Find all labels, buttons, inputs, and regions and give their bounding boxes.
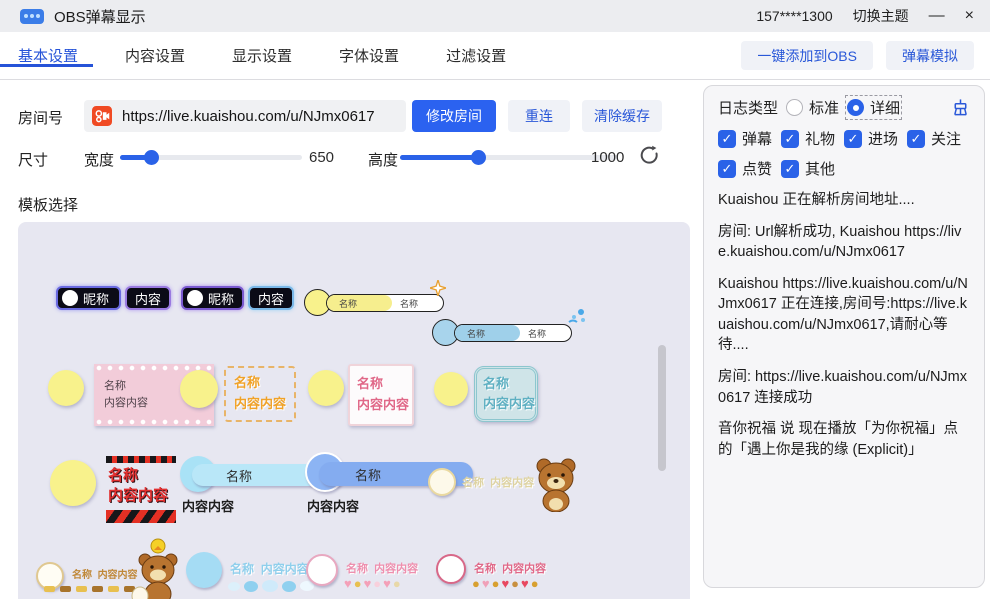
width-label: 宽度 [84, 149, 114, 170]
height-slider[interactable] [400, 141, 618, 173]
template-item-teal-box[interactable]: 名称内容内容 [434, 362, 554, 432]
width-slider-handle[interactable] [144, 150, 159, 165]
filter-like[interactable]: ✓点赞 [718, 158, 781, 179]
room-url-field[interactable] [84, 100, 406, 132]
splash-icon [566, 308, 586, 326]
checkbox-checked: ✓ [781, 130, 799, 148]
hearts-decoration: ♥●♥●♥● [344, 576, 403, 591]
reconnect-button[interactable]: 重连 [508, 100, 570, 132]
log-message: 房间: https://live.kuaishou.com/u/NJmx0617… [718, 367, 970, 408]
template-item-blue-pill[interactable]: 名称名称 [432, 318, 582, 348]
template-item-bear-road[interactable]: 名称 内容内容 [36, 556, 206, 599]
bear-chick-icon [128, 538, 188, 599]
checkbox-checked: ✓ [907, 130, 925, 148]
kuaishou-icon [92, 106, 112, 126]
tab-bar: 基本设置 内容设置 显示设置 字体设置 过滤设置 一键添加到OBS 弹幕模拟 [0, 32, 990, 80]
app-logo-icon [20, 9, 44, 24]
radio-standard[interactable]: 标准 [786, 97, 839, 118]
room-url-input[interactable] [120, 107, 394, 126]
app-title: OBS弹幕显示 [54, 6, 146, 27]
filter-other[interactable]: ✓其他 [781, 158, 844, 179]
template-item-cream-bear[interactable]: 名称 内容内容 [428, 452, 588, 518]
log-messages: Kuaishou 正在解析房间地址.... 房间: Url解析成功, Kuais… [718, 190, 970, 460]
clear-cache-button[interactable]: 清除缓存 [582, 100, 662, 132]
template-panel: 昵称 内容 昵称 内容 名称名称 名称名称 [18, 222, 690, 599]
account-label[interactable]: 157****1300 [756, 8, 832, 24]
radio-detailed[interactable]: 详细 [847, 97, 900, 118]
template-item-dashed-orange[interactable]: 名称内容内容 [180, 362, 310, 432]
checkbox-checked: ✓ [844, 130, 862, 148]
checkbox-checked: ✓ [718, 160, 736, 178]
mixed-decoration: ●♥●♥●♥● [472, 576, 541, 591]
log-message: Kuaishou 正在解析房间地址.... [718, 190, 970, 211]
height-label: 高度 [368, 149, 398, 170]
filter-follow[interactable]: ✓关注 [907, 128, 970, 149]
add-to-obs-button[interactable]: 一键添加到OBS [741, 41, 873, 70]
refresh-icon[interactable] [638, 144, 662, 168]
tab-display-settings[interactable]: 显示设置 [232, 45, 292, 66]
template-item-dark-purple[interactable]: 昵称 内容 [181, 286, 294, 310]
template-item-dark-blue[interactable]: 昵称 内容 [56, 286, 171, 310]
template-item-white-pink[interactable]: 名称内容内容 [308, 362, 428, 432]
tab-basic-settings[interactable]: 基本设置 [18, 45, 78, 66]
filter-enter[interactable]: ✓进场 [844, 128, 907, 149]
template-select-label: 模板选择 [18, 194, 78, 215]
close-button[interactable]: × [965, 8, 974, 24]
log-filters: ✓弹幕 ✓礼物 ✓进场 ✓关注 ✓点赞 ✓其他 [718, 128, 970, 188]
log-panel: 日志类型 标准 详细 ✓弹幕 ✓礼物 ✓进场 ✓关注 ✓点赞 ✓其他 [703, 85, 985, 588]
minimize-button[interactable]: — [929, 8, 945, 24]
filter-gift[interactable]: ✓礼物 [781, 128, 844, 149]
filter-danmu[interactable]: ✓弹幕 [718, 128, 781, 149]
switch-theme-button[interactable]: 切换主题 [853, 6, 909, 26]
radio-standard-circle[interactable] [786, 99, 803, 116]
template-item-pink-mix[interactable]: 名称 内容内容 ●♥●♥●♥● [436, 552, 596, 599]
danmu-simulate-button[interactable]: 弹幕模拟 [886, 41, 974, 70]
template-item-yellow-pill[interactable]: 名称名称 [304, 288, 454, 318]
tab-filter-settings[interactable]: 过滤设置 [446, 45, 506, 66]
width-value: 650 [309, 149, 334, 166]
width-slider[interactable] [120, 141, 302, 173]
height-value: 1000 [591, 149, 624, 166]
obs-danmu-window: OBS弹幕显示 157****1300 切换主题 — × 基本设置 内容设置 显… [0, 0, 990, 599]
radio-detailed-circle[interactable] [847, 99, 864, 116]
checkbox-checked: ✓ [718, 130, 736, 148]
size-label: 尺寸 [18, 149, 48, 170]
tab-font-settings[interactable]: 字体设置 [339, 45, 399, 66]
log-message: 音你祝福 说 现在播放「为你祝福」点的「遇上你是我的缘 (Explicit)」 [718, 419, 970, 460]
height-slider-handle[interactable] [471, 150, 486, 165]
clear-log-icon[interactable] [951, 98, 970, 117]
spark-icon [430, 280, 446, 296]
modify-room-button[interactable]: 修改房间 [412, 100, 496, 132]
log-message: 房间: Url解析成功, Kuaishou https://live.kuais… [718, 222, 970, 263]
room-number-label: 房间号 [18, 107, 63, 128]
bear-icon [530, 454, 582, 512]
log-type-label: 日志类型 [718, 97, 778, 118]
title-bar: OBS弹幕显示 157****1300 切换主题 — × [0, 0, 990, 32]
template-scrollbar[interactable] [658, 345, 666, 471]
active-tab-underline [0, 64, 93, 67]
tab-content-settings[interactable]: 内容设置 [125, 45, 185, 66]
log-message: Kuaishou https://live.kuaishou.com/u/NJm… [718, 274, 970, 356]
checkbox-checked: ✓ [781, 160, 799, 178]
